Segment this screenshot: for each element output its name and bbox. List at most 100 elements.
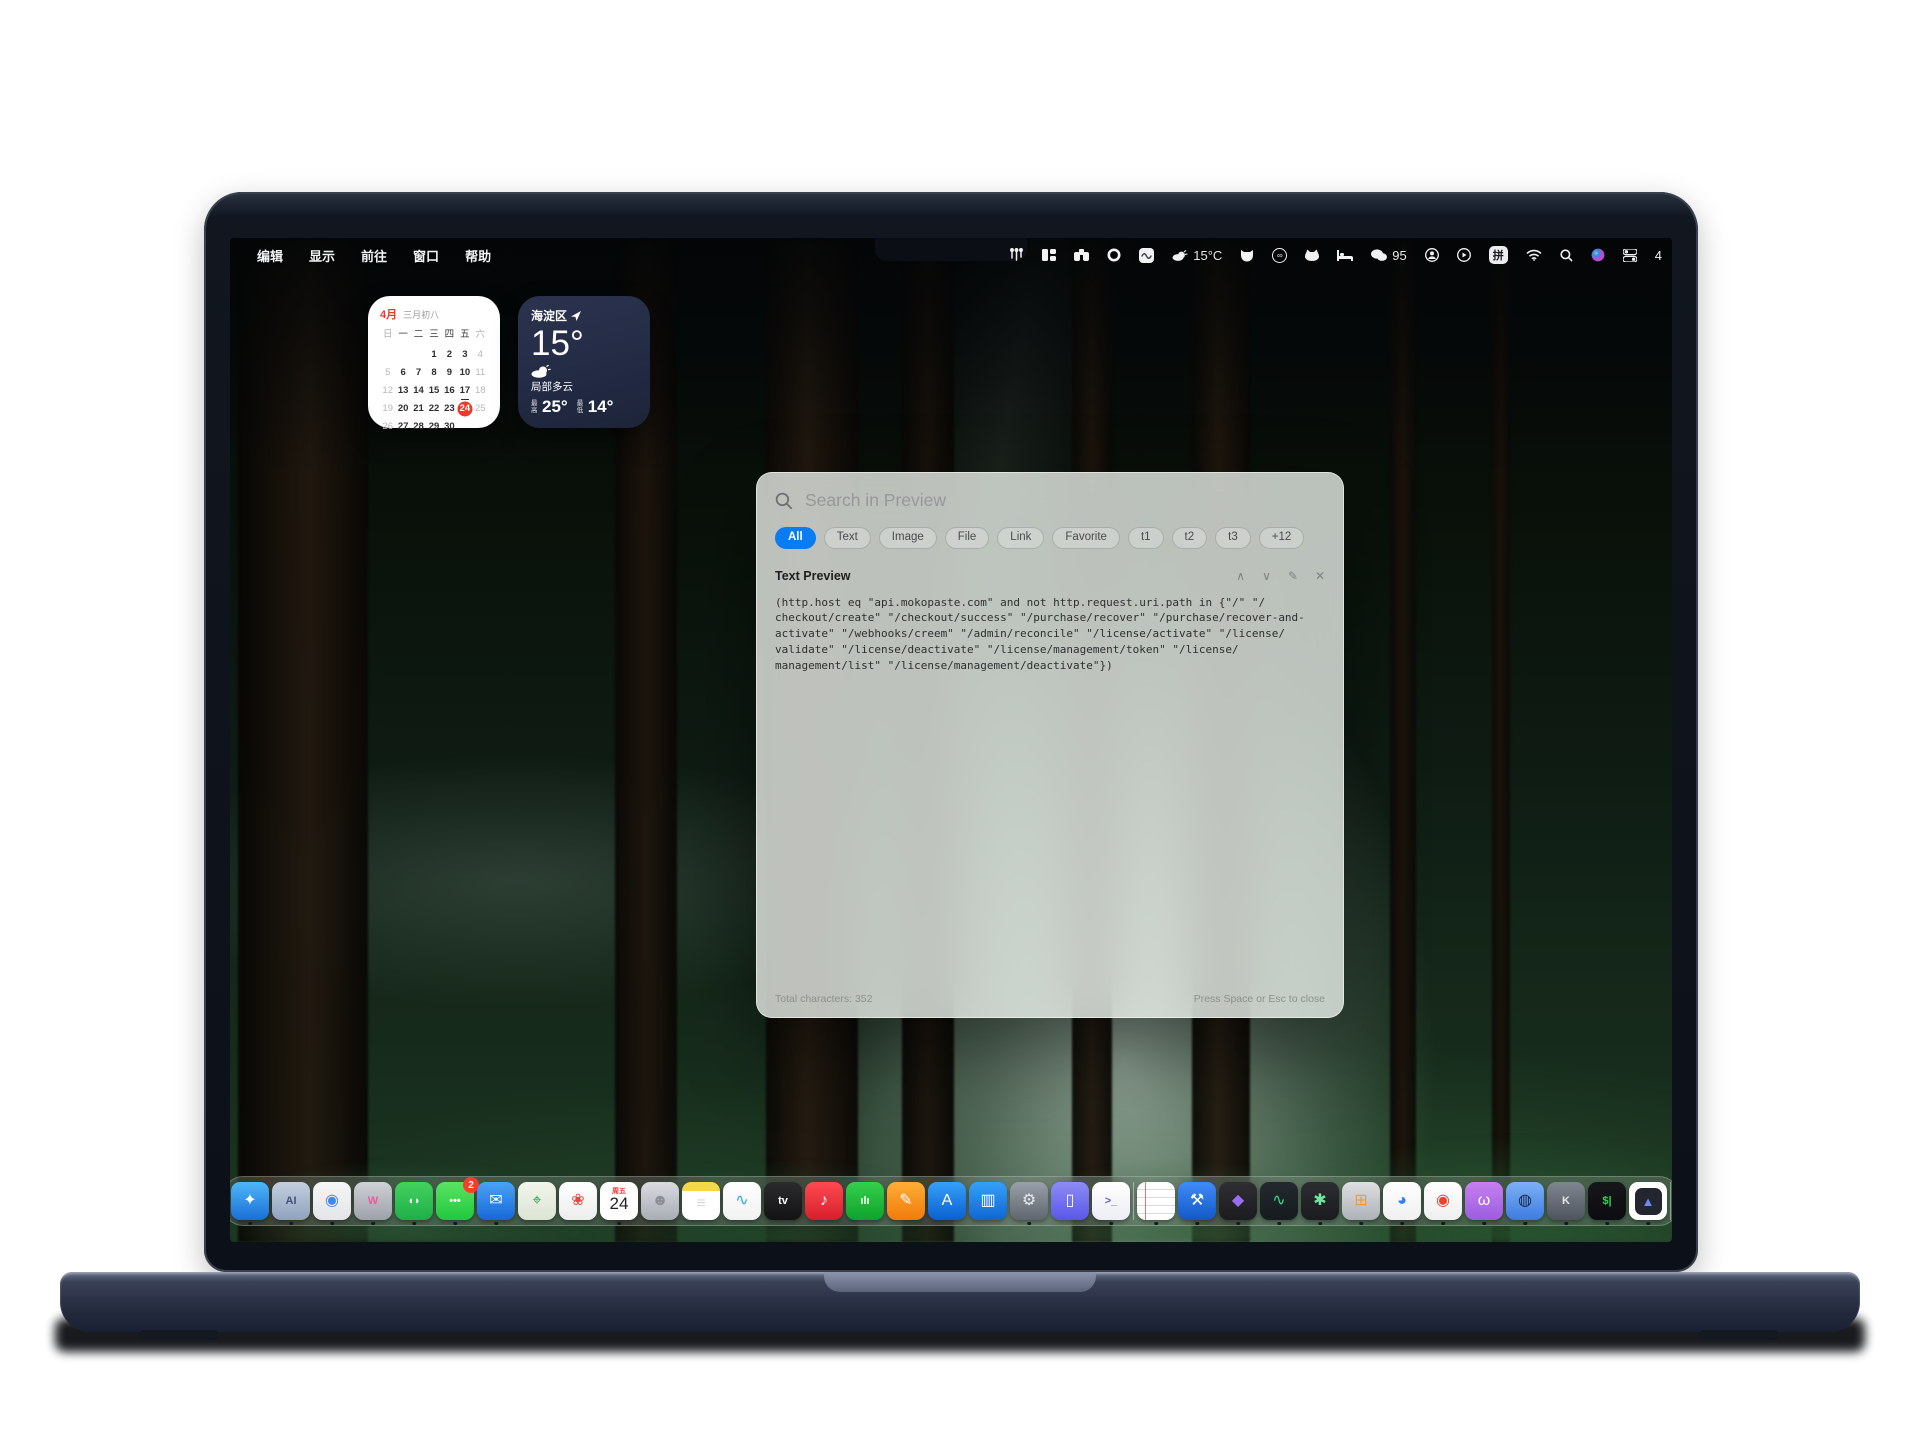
calendar-cell	[457, 419, 472, 435]
weather-location: 海淀区	[531, 307, 567, 324]
menu-item-edit[interactable]: 编辑	[244, 246, 296, 265]
close-button[interactable]: ✕	[1315, 570, 1325, 582]
dock-icon-chrome-canary[interactable]: ◉	[1424, 1182, 1462, 1220]
dock-icon-wechat[interactable]: ◖◗	[395, 1182, 433, 1220]
dock-icon-numbers[interactable]: ılı	[846, 1182, 884, 1220]
filter-chip[interactable]: Link	[997, 527, 1044, 549]
prev-item-button[interactable]: ∧	[1236, 570, 1245, 582]
cat-status-icon[interactable]	[1305, 249, 1319, 261]
dock-icon-warp-terminal[interactable]: >_	[1092, 1182, 1130, 1220]
clock-partial[interactable]: 4	[1655, 248, 1662, 263]
filter-chip[interactable]: t3	[1215, 527, 1251, 549]
dock-icon-contacts[interactable]: ☻	[641, 1182, 679, 1220]
filter-chip[interactable]: +12	[1259, 527, 1305, 549]
fox-app-icon[interactable]	[1240, 249, 1254, 262]
calendar-cell: 28	[411, 419, 426, 435]
search-input[interactable]	[803, 489, 1325, 512]
dock-icon-money-terminal[interactable]: $|	[1588, 1182, 1626, 1220]
dock-icon-cat-app[interactable]: ω	[1465, 1182, 1503, 1220]
facetime-person-icon[interactable]	[1425, 248, 1439, 262]
dock-icon-keychain[interactable]: K	[1547, 1182, 1585, 1220]
dock-icon-stickers-app[interactable]: ✱	[1301, 1182, 1339, 1220]
filter-chip[interactable]: t2	[1172, 527, 1208, 549]
section-title: Text Preview	[775, 569, 851, 583]
dock-icon-messages[interactable]: ••• 2	[436, 1182, 474, 1220]
dock-icon-obsidian[interactable]: ◆	[1219, 1182, 1257, 1220]
dock-icon-activity-monitor[interactable]: ∿	[1260, 1182, 1298, 1220]
dock-icon-iphone-mirroring[interactable]: ▯	[1051, 1182, 1089, 1220]
dock-icon-apple-tv[interactable]: tv	[764, 1182, 802, 1220]
calendar-cell: 18	[473, 383, 488, 399]
next-item-button[interactable]: ∨	[1262, 570, 1271, 582]
weather-widget[interactable]: 海淀区 15° 局部多云 最高 25° 最低 14°	[518, 296, 650, 428]
calendar-cell	[395, 347, 410, 363]
filter-chip[interactable]: All	[775, 527, 816, 549]
calendar-cell: 19	[380, 401, 395, 417]
dock-icon-mail[interactable]: ✉	[477, 1182, 515, 1220]
dock-icon-maps[interactable]: ⌖	[518, 1182, 556, 1220]
dock-icon-netease-music[interactable]: ♪	[805, 1182, 843, 1220]
menu-item-view[interactable]: 显示	[296, 246, 348, 265]
calendar-cell: 3	[457, 347, 472, 363]
binoculars-icon[interactable]	[1074, 249, 1089, 261]
search-row	[775, 489, 1325, 512]
dock-icon-safari[interactable]: ✦	[231, 1182, 269, 1220]
filter-chip[interactable]: Favorite	[1052, 527, 1120, 549]
dock-icon-textedit[interactable]	[1137, 1182, 1175, 1220]
edit-button[interactable]: ✎	[1288, 570, 1298, 582]
calendar-weekday: 一	[395, 327, 410, 342]
ring-app-icon[interactable]	[1107, 248, 1121, 262]
weather-status[interactable]: 15°C	[1172, 248, 1222, 263]
spotlight-search-icon[interactable]	[1560, 249, 1573, 262]
dock-icon-app-store[interactable]: A	[928, 1182, 966, 1220]
dock-icon-chrome[interactable]: ◉	[313, 1182, 351, 1220]
keys-menu-icon[interactable]	[1009, 248, 1024, 262]
creative-cloud-icon[interactable]: ∞	[1272, 248, 1287, 263]
dock-icon-photos[interactable]: ❀	[559, 1182, 597, 1220]
dock-icon-pages[interactable]: ✎	[887, 1182, 925, 1220]
siri-icon[interactable]	[1591, 248, 1605, 262]
filter-chip[interactable]: Image	[879, 527, 937, 549]
menu-item-help[interactable]: 帮助	[452, 246, 504, 265]
preview-panel: All Text Image File Link Favorite t1 t2 t3 +12 Te…	[756, 472, 1344, 1018]
calendar-weekday: 二	[411, 327, 426, 342]
dock-icon-homepod-app[interactable]: ◍	[1506, 1182, 1544, 1220]
calendar-cell: 25	[473, 401, 488, 417]
weather-high-label: 最高	[531, 400, 540, 415]
menu-item-go[interactable]: 前往	[348, 246, 400, 265]
window-layout-icon[interactable]	[1042, 249, 1056, 261]
dock-icon-notes[interactable]: ≡	[682, 1182, 720, 1220]
dock-icon-gradient-a-app[interactable]: ▲	[1629, 1182, 1667, 1220]
laptop-base	[60, 1272, 1860, 1332]
wifi-icon[interactable]	[1526, 249, 1542, 261]
menu-item-window[interactable]: 窗口	[400, 246, 452, 265]
dock-icon-ai-assistant[interactable]: AI	[272, 1182, 310, 1220]
dock-icon-calendar[interactable]: 周五 24	[600, 1182, 638, 1220]
wave-app-icon[interactable]	[1139, 248, 1154, 263]
control-center-icon[interactable]	[1623, 249, 1637, 262]
filter-chip[interactable]: t1	[1128, 527, 1164, 549]
dock-icon-keynote[interactable]: ▥	[969, 1182, 1007, 1220]
dock-icon[interactable]	[1133, 1182, 1134, 1220]
calendar-cell: 6	[395, 365, 410, 381]
dock-icon-calculator[interactable]: ⊞	[1342, 1182, 1380, 1220]
calendar-cell: 13	[395, 383, 410, 399]
filter-chip[interactable]: File	[945, 527, 990, 549]
dock-icon[interactable]	[1670, 1182, 1671, 1220]
calendar-widget[interactable]: 4月 三月初八 日一二三四五六 123456789101112131415161…	[368, 296, 500, 428]
filter-chip[interactable]: Text	[824, 527, 871, 549]
wechat-status[interactable]: 95	[1371, 248, 1406, 263]
dock-icon-dia-browser[interactable]: ◕	[1383, 1182, 1421, 1220]
play-circle-icon[interactable]	[1457, 248, 1471, 262]
dock-icon-xcode[interactable]: ⚒	[1178, 1182, 1216, 1220]
dock-icon-freeform[interactable]: ∿	[723, 1182, 761, 1220]
dock-icon-w-logo-app[interactable]: W	[354, 1182, 392, 1220]
bed-sleep-icon[interactable]	[1337, 250, 1353, 261]
wechat-unread-count: 95	[1392, 248, 1406, 263]
filter-chips: All Text Image File Link Favorite t1 t2 t3 +12	[775, 527, 1325, 549]
text-preview-content: (http.host eq "api.mokopaste.com" and no…	[775, 595, 1325, 675]
input-method-badge[interactable]: 拼	[1489, 246, 1508, 264]
menu-list: 编辑 显示 前往 窗口 帮助	[244, 246, 504, 265]
dock-icon-system-settings[interactable]: ⚙	[1010, 1182, 1048, 1220]
macos-desktop: 编辑 显示 前往 窗口 帮助	[230, 238, 1672, 1242]
